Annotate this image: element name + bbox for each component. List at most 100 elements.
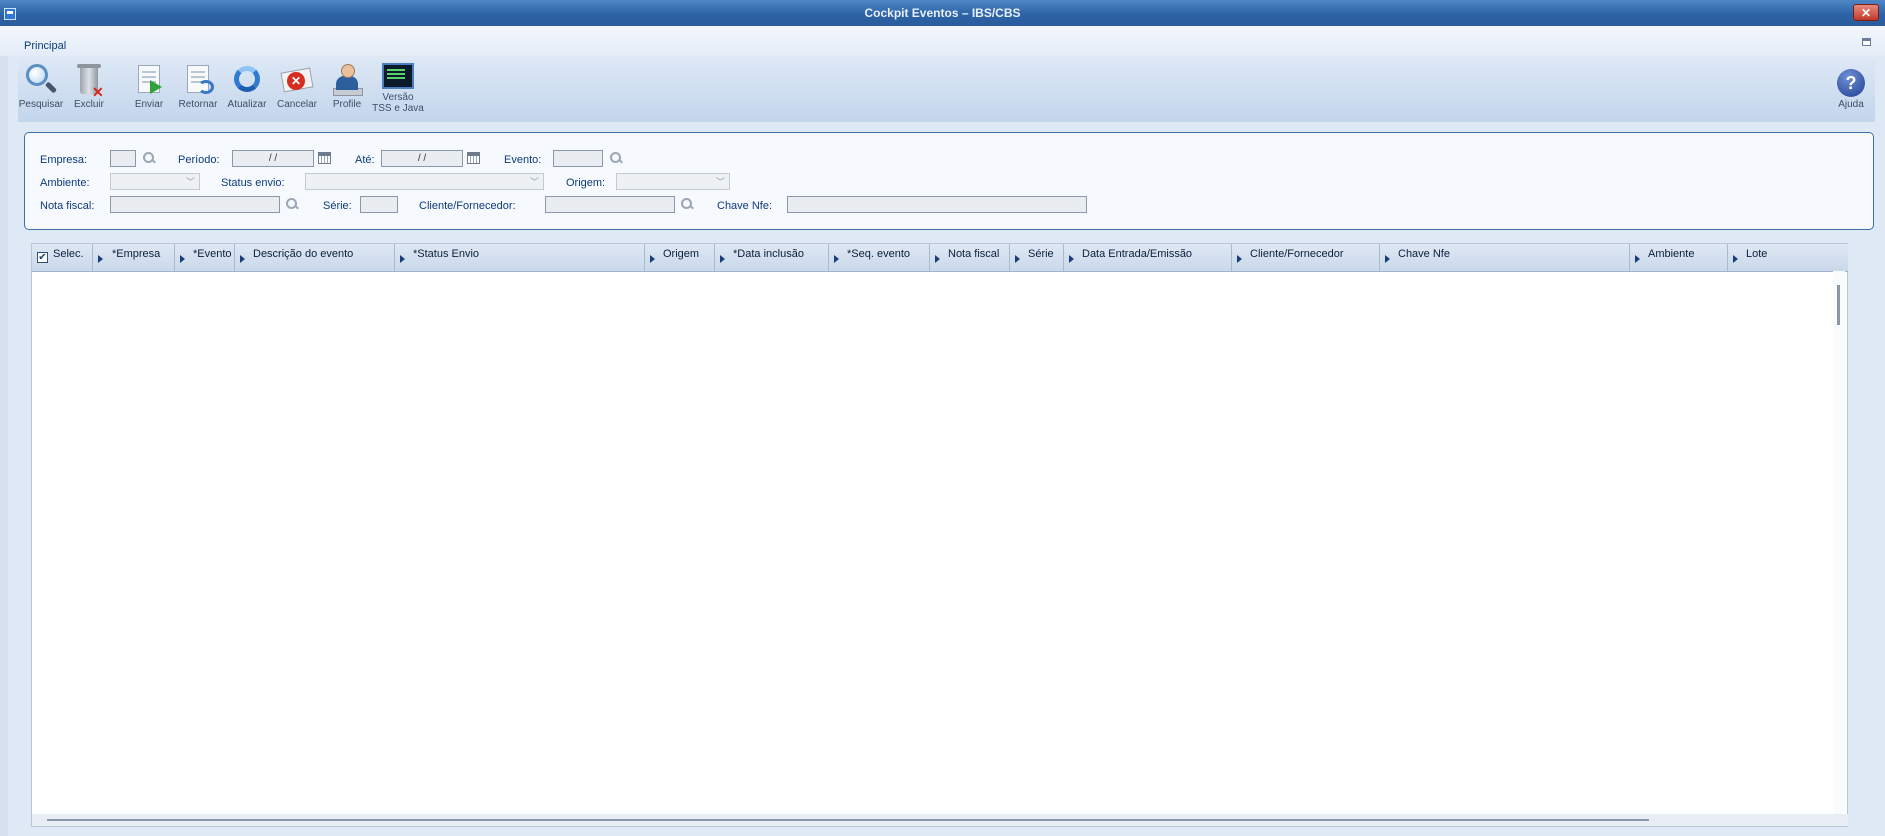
column-header-serie[interactable]: Série — [1010, 244, 1064, 271]
title-bar: Cockpit Eventos – IBS/CBS ✕ — [0, 0, 1885, 26]
evento-label: Evento: — [504, 154, 542, 166]
send-button[interactable]: Enviar — [124, 62, 174, 110]
column-header-seq-evento[interactable]: *Seq. evento — [829, 244, 930, 271]
ate-label: Até: — [355, 154, 375, 166]
return-button-label: Retornar — [178, 99, 218, 110]
expand-arrow-icon — [650, 255, 655, 263]
column-label: *Evento — [193, 248, 232, 260]
expand-arrow-icon — [240, 255, 245, 263]
expand-arrow-icon — [1385, 255, 1390, 263]
horizontal-scroll-thumb[interactable] — [47, 819, 1649, 821]
tab-principal[interactable]: Principal — [24, 40, 66, 52]
profile-button[interactable]: Profile — [322, 62, 372, 110]
ambiente-label: Ambiente: — [40, 177, 90, 189]
column-label: Descrição do evento — [253, 248, 354, 260]
column-label: *Empresa — [112, 248, 161, 260]
refresh-button[interactable]: Atualizar — [222, 62, 272, 110]
trash-icon: ✕ — [70, 62, 108, 100]
column-label: Série — [1028, 248, 1054, 260]
search-button[interactable]: Pesquisar — [16, 62, 66, 110]
grid-header: ✔ Selec. *Empresa *Evento Descrição do e… — [32, 244, 1848, 272]
close-button[interactable]: ✕ — [1853, 4, 1879, 21]
vertical-scrollbar[interactable] — [1833, 271, 1845, 816]
column-label: Lote — [1746, 248, 1768, 260]
chevron-down-icon: ﹀ — [185, 177, 195, 187]
cliente-fornecedor-label: Cliente/Fornecedor: — [419, 200, 516, 212]
version-label-line2: TSS e Java — [372, 103, 424, 114]
evento-field[interactable] — [553, 150, 603, 167]
column-label: Chave Nfe — [1398, 248, 1450, 260]
column-header-data-entrada[interactable]: Data Entrada/Emissão — [1064, 244, 1232, 271]
expand-arrow-icon — [1015, 255, 1020, 263]
delete-button[interactable]: ✕ Excluir — [64, 62, 114, 110]
chave-nfe-field[interactable] — [787, 196, 1087, 213]
chevron-down-icon: ﹀ — [529, 177, 539, 187]
column-header-descricao[interactable]: Descrição do evento — [235, 244, 395, 271]
vertical-scroll-thumb[interactable] — [1837, 285, 1840, 325]
restore-icon[interactable] — [1862, 38, 1871, 46]
left-edge — [0, 56, 8, 836]
delete-button-label: Excluir — [73, 99, 104, 110]
column-header-data-inclusao[interactable]: *Data inclusão — [715, 244, 829, 271]
chave-nfe-label: Chave Nfe: — [717, 200, 773, 212]
column-header-lote[interactable]: Lote — [1728, 244, 1848, 271]
periodo-calendar-icon[interactable] — [318, 152, 331, 164]
nota-fiscal-lookup-icon[interactable] — [286, 198, 298, 210]
expand-arrow-icon — [935, 255, 940, 263]
search-icon — [22, 62, 60, 98]
events-grid: ✔ Selec. *Empresa *Evento Descrição do e… — [31, 243, 1848, 827]
column-header-chave-nfe[interactable]: Chave Nfe — [1380, 244, 1630, 271]
serie-field[interactable] — [360, 196, 398, 213]
return-button[interactable]: Retornar — [173, 62, 223, 110]
terminal-icon — [379, 62, 417, 98]
expand-arrow-icon — [98, 255, 103, 263]
nota-fiscal-field[interactable] — [110, 196, 280, 213]
profile-icon — [328, 62, 366, 98]
send-document-icon — [130, 62, 168, 98]
expand-arrow-icon — [1733, 255, 1738, 263]
refresh-button-label: Atualizar — [227, 99, 267, 110]
search-button-label: Pesquisar — [18, 99, 64, 110]
cliente-fornecedor-field[interactable] — [545, 196, 675, 213]
expand-arrow-icon — [720, 255, 725, 263]
empresa-field[interactable] — [110, 150, 136, 167]
column-header-nota-fiscal[interactable]: Nota fiscal — [930, 244, 1010, 271]
expand-arrow-icon — [180, 255, 185, 263]
status-envio-label: Status envio: — [221, 177, 285, 189]
column-header-empresa[interactable]: *Empresa — [93, 244, 175, 271]
column-header-cliente-fornecedor[interactable]: Cliente/Fornecedor — [1232, 244, 1380, 271]
ate-calendar-icon[interactable] — [467, 152, 480, 164]
column-header-evento[interactable]: *Evento — [175, 244, 235, 271]
origem-select[interactable]: ﹀ — [616, 173, 730, 190]
column-label: Ambiente — [1648, 248, 1695, 260]
column-header-selec[interactable]: ✔ Selec. — [32, 244, 93, 271]
cliente-fornecedor-lookup-icon[interactable] — [681, 198, 693, 210]
column-label: Nota fiscal — [948, 248, 1000, 260]
cancel-icon: ✕ — [278, 62, 316, 98]
column-label: *Status Envio — [413, 248, 480, 260]
help-icon: ? — [1832, 62, 1870, 98]
cancel-button-label: Cancelar — [276, 99, 318, 110]
ambiente-select[interactable]: ﹀ — [110, 173, 200, 190]
column-label: *Seq. evento — [847, 248, 910, 260]
column-label: Selec. — [53, 248, 84, 260]
select-all-checkbox[interactable]: ✔ — [37, 252, 48, 263]
column-header-ambiente[interactable]: Ambiente — [1630, 244, 1728, 271]
origem-label: Origem: — [566, 177, 606, 189]
column-label: Origem — [663, 248, 700, 260]
evento-lookup-icon[interactable] — [610, 152, 622, 164]
column-header-origem[interactable]: Origem — [645, 244, 715, 271]
status-envio-select[interactable]: ﹀ — [305, 173, 544, 190]
expand-arrow-icon — [834, 255, 839, 263]
cancel-button[interactable]: ✕ Cancelar — [272, 62, 322, 110]
expand-arrow-icon — [1237, 255, 1242, 263]
empresa-lookup-icon[interactable] — [143, 152, 155, 164]
periodo-field[interactable]: / / — [232, 150, 314, 167]
help-button[interactable]: ? Ajuda — [1829, 62, 1873, 110]
column-header-status-envio[interactable]: *Status Envio — [395, 244, 645, 271]
column-label: *Data inclusão — [733, 248, 804, 260]
version-button[interactable]: Versão TSS e Java — [370, 62, 426, 114]
ate-field[interactable]: / / — [381, 150, 463, 167]
horizontal-scrollbar[interactable] — [32, 814, 1848, 826]
expand-arrow-icon — [400, 255, 405, 263]
